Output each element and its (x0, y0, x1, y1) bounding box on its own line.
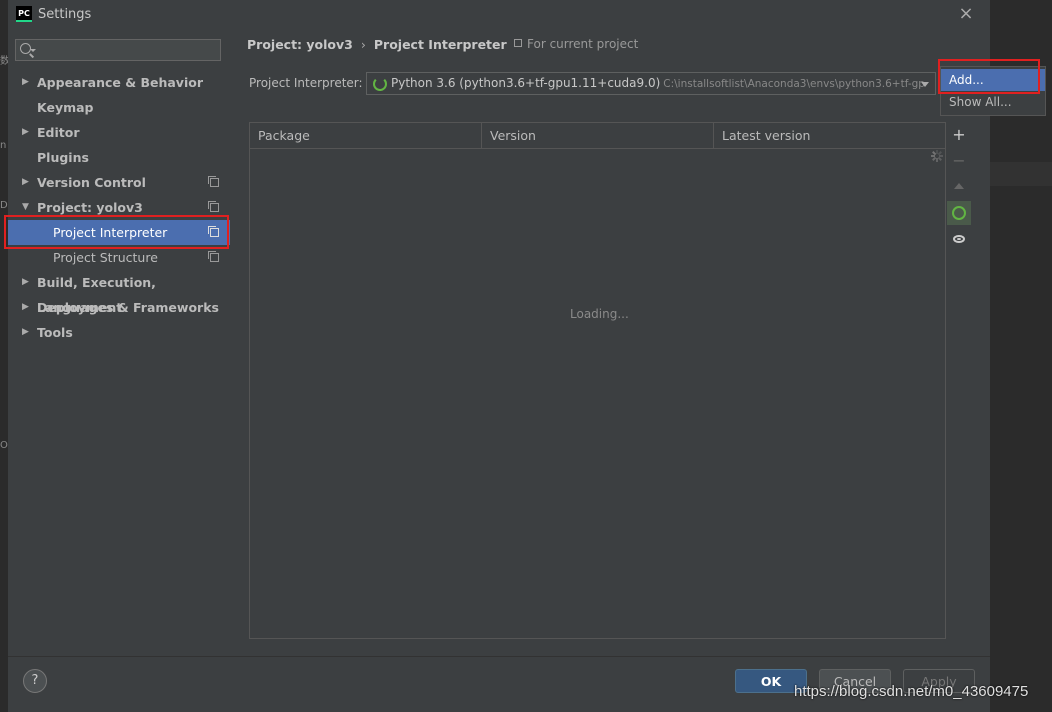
chevron-right-icon[interactable]: ▶ (22, 170, 29, 195)
menu-item-add[interactable]: Add... (941, 69, 1045, 91)
chevron-down-icon[interactable]: ▼ (22, 195, 29, 220)
scope-label: For current project (514, 37, 638, 51)
sidebar-item-project-yolov3[interactable]: ▼ Project: yolov3 (8, 195, 230, 220)
packages-table: Package Version Latest version Loading..… (249, 122, 973, 639)
sidebar-item-label: Keymap (37, 100, 94, 115)
show-early-releases-button[interactable] (947, 227, 971, 251)
column-header-latest-version[interactable]: Latest version (714, 123, 945, 148)
interpreter-select[interactable]: Python 3.6 (python3.6+tf-gpu1.11+cuda9.0… (366, 72, 936, 95)
table-header: Package Version Latest version (250, 123, 945, 149)
interpreter-path: C:\installsoftlist\Anaconda3\envs\python… (663, 78, 925, 90)
scope-text: For current project (527, 37, 639, 51)
add-package-button[interactable]: + (947, 123, 971, 147)
project-scope-icon (208, 201, 219, 212)
spinner-tick (936, 158, 938, 162)
refresh-button[interactable] (947, 201, 971, 225)
sidebar-item-plugins[interactable]: Plugins (8, 145, 230, 170)
sidebar-item-label: Plugins (37, 150, 89, 165)
sidebar-item-label: Tools (37, 325, 73, 340)
sidebar-item-keymap[interactable]: Keymap (8, 95, 230, 120)
copy-icon (514, 39, 522, 47)
chevron-right-icon[interactable]: ▶ (22, 295, 29, 320)
chevron-right-icon[interactable]: ▶ (22, 270, 29, 295)
settings-sidebar: ▶ Appearance & Behavior Keymap ▶ Editor Plugi… (8, 30, 230, 656)
sidebar-item-label: Project: yolov3 (37, 200, 143, 215)
sidebar-item-tools[interactable]: ▶ Tools (8, 320, 230, 345)
bg-fragment: Da (0, 200, 8, 211)
remove-package-button[interactable]: − (947, 149, 971, 173)
interpreter-name: Python 3.6 (python3.6+tf-gpu1.11+cuda9.0… (391, 76, 661, 90)
upgrade-package-button[interactable] (947, 175, 971, 199)
search-input[interactable] (15, 39, 221, 61)
chevron-right-icon[interactable]: ▶ (22, 120, 29, 145)
watermark-text: https://blog.csdn.net/m0_43609475 (794, 683, 1029, 700)
pycharm-logo-icon: PC (16, 6, 32, 22)
refresh-icon (952, 206, 966, 220)
breadcrumb: Project: yolov3 › Project Interpreter (247, 37, 507, 52)
sidebar-item-languages-frameworks[interactable]: ▶ Languages & Frameworks (8, 295, 230, 320)
background-editor-left: 数 n Da O (0, 0, 8, 711)
project-scope-icon (208, 251, 219, 262)
column-header-version[interactable]: Version (482, 123, 714, 148)
close-icon[interactable]: × (958, 4, 974, 24)
sidebar-item-label: Project Interpreter (53, 225, 168, 240)
bg-fragment: 数 (0, 56, 8, 67)
chevron-down-icon (30, 49, 36, 52)
loading-spinner-icon (373, 77, 387, 91)
minus-icon: − (952, 151, 966, 170)
sidebar-item-version-control[interactable]: ▶ Version Control (8, 170, 230, 195)
loading-spinner-icon (931, 150, 943, 162)
bg-fragment: n (0, 140, 7, 151)
spinner-tick (937, 156, 942, 161)
breadcrumb-project[interactable]: Project: yolov3 (247, 37, 353, 52)
eye-icon (953, 235, 965, 243)
settings-dialog: PC Settings × ▶ Appearance & Behavior Keym… (4, 0, 1046, 712)
sidebar-item-label: Languages & Frameworks (37, 300, 219, 315)
sidebar-item-project-structure[interactable]: Project Structure (8, 245, 230, 270)
help-button[interactable]: ? (23, 669, 47, 693)
sidebar-item-label: Editor (37, 125, 80, 140)
chevron-down-icon (921, 82, 929, 87)
breadcrumb-separator: › (360, 37, 366, 52)
interpreter-label: Project Interpreter: (249, 76, 363, 90)
column-header-package[interactable]: Package (250, 123, 482, 148)
sidebar-item-editor[interactable]: ▶ Editor (8, 120, 230, 145)
main-content: Project: yolov3 › Project Interpreter For … (230, 30, 1046, 656)
bg-fragment: O (0, 440, 8, 451)
chevron-right-icon[interactable]: ▶ (22, 70, 29, 95)
menu-item-show-all[interactable]: Show All... (941, 91, 1045, 113)
chevron-right-icon[interactable]: ▶ (22, 320, 29, 345)
sidebar-item-label: Project Structure (53, 250, 158, 265)
arrow-up-icon (954, 183, 964, 189)
loading-text: Loading... (570, 307, 629, 321)
project-scope-icon (208, 226, 219, 237)
window-title: Settings (38, 7, 92, 22)
sidebar-item-appearance-behavior[interactable]: ▶ Appearance & Behavior (8, 70, 230, 95)
sidebar-item-build-execution-deployment[interactable]: ▶ Build, Execution, Deployment (8, 270, 230, 315)
page-title: Project Interpreter (373, 37, 507, 52)
sidebar-item-label: Appearance & Behavior (37, 75, 203, 90)
sidebar-item-project-interpreter[interactable]: Project Interpreter (8, 220, 230, 245)
interpreter-popup-menu: Add... Show All... (940, 66, 1046, 116)
package-toolbar: + − (945, 123, 973, 638)
title-bar: PC Settings × (8, 0, 990, 30)
plus-icon: + (952, 125, 966, 144)
sidebar-item-label: Version Control (37, 175, 146, 190)
project-scope-icon (208, 176, 219, 187)
